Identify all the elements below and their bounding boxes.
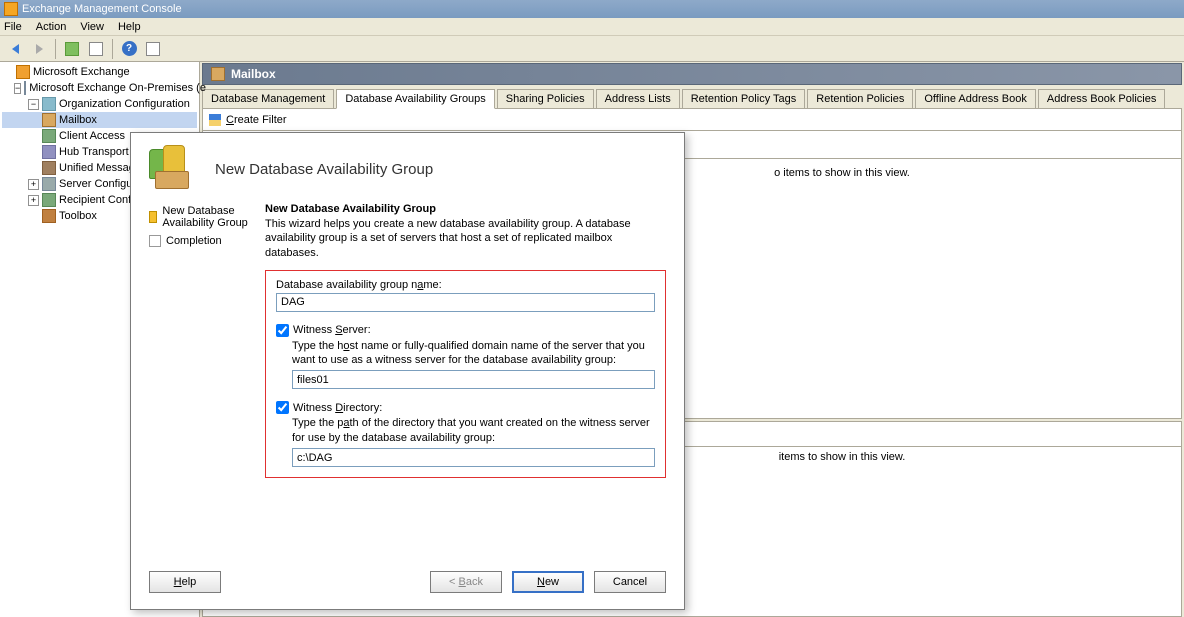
window-title: Exchange Management Console (22, 3, 182, 15)
tree-root[interactable]: Microsoft Exchange (2, 64, 197, 80)
witness-server-help: Type the host name or fully-qualified do… (292, 339, 655, 368)
mailbox-icon (211, 67, 225, 81)
server-icon (24, 81, 26, 95)
tab-offline-ab[interactable]: Offline Address Book (915, 89, 1036, 108)
new-button[interactable]: New (512, 571, 584, 593)
tree-onpremises[interactable]: − Microsoft Exchange On-Premises (e (2, 80, 197, 96)
tree-label: Client Access (59, 130, 125, 142)
empty-text: items to show in this view. (779, 451, 906, 463)
menu-file[interactable]: File (4, 21, 22, 33)
tabs-row: Database Management Database Availabilit… (202, 87, 1182, 109)
menu-action[interactable]: Action (36, 21, 67, 33)
back-button: < Back (430, 571, 502, 593)
dag-name-input[interactable] (276, 293, 655, 312)
witness-directory-checkbox[interactable] (276, 401, 289, 414)
witness-server-input[interactable] (292, 370, 655, 389)
window-titlebar: Exchange Management Console (0, 0, 1184, 18)
form-intro-text: This wizard helps you create a new datab… (265, 217, 666, 260)
tab-dag[interactable]: Database Availability Groups (336, 89, 494, 109)
help-button[interactable]: ? (118, 38, 140, 60)
step-completion[interactable]: Completion (149, 235, 265, 247)
dialog-header: New Database Availability Group (131, 133, 684, 201)
tab-address-lists[interactable]: Address Lists (596, 89, 680, 108)
witness-directory-label: Witness Directory: (293, 402, 382, 414)
dag-name-label: Database availability group name: (276, 279, 655, 291)
nav-back-button[interactable] (4, 38, 26, 60)
content-title: Mailbox (231, 67, 276, 81)
dialog-title: New Database Availability Group (215, 161, 433, 178)
nav-forward-button[interactable] (28, 38, 50, 60)
expand-icon[interactable]: + (28, 195, 39, 206)
server-icon (42, 177, 56, 191)
app-icon (4, 2, 18, 16)
tree-label: Organization Configuration (59, 98, 190, 110)
toolbar-button-2[interactable] (142, 38, 164, 60)
hub-icon (42, 145, 56, 159)
tree-label: Microsoft Exchange On-Premises (e (29, 82, 206, 94)
cancel-button[interactable]: Cancel (594, 571, 666, 593)
dag-wizard-icon (149, 145, 197, 193)
tree-label: Microsoft Exchange (33, 66, 130, 78)
exchange-icon (16, 65, 30, 79)
layout-icon (89, 42, 103, 56)
toolbar-separator (112, 39, 113, 59)
generic-icon (65, 42, 79, 56)
help-icon: ? (122, 41, 137, 56)
layout-icon (146, 42, 160, 56)
tab-retention-policies[interactable]: Retention Policies (807, 89, 913, 108)
tree-label: Mailbox (59, 114, 97, 126)
wizard-form: New Database Availability Group This wiz… (265, 201, 666, 565)
step-new-dag[interactable]: New Database Availability Group (149, 205, 265, 229)
step-label: New Database Availability Group (162, 205, 265, 229)
menu-help[interactable]: Help (118, 21, 141, 33)
mailbox-icon (42, 113, 56, 127)
witness-server-checkbox[interactable] (276, 324, 289, 337)
toolbox-icon (42, 209, 56, 223)
create-filter-link[interactable]: CCreate Filterreate Filter (226, 114, 287, 126)
witness-directory-help: Type the path of the directory that you … (292, 416, 655, 445)
tree-mailbox[interactable]: Mailbox (2, 112, 197, 128)
toolbar: ? (0, 36, 1184, 62)
tree-label: Toolbox (59, 210, 97, 222)
collapse-icon[interactable]: − (28, 99, 39, 110)
tree-org-config[interactable]: − Organization Configuration (2, 96, 197, 112)
empty-text: o items to show in this view. (774, 167, 910, 179)
filter-icon (209, 114, 221, 126)
menu-bar: File Action View Help (0, 18, 1184, 36)
arrow-left-icon (12, 44, 19, 54)
help-button[interactable]: Help (149, 571, 221, 593)
toolbar-separator (55, 39, 56, 59)
menu-view[interactable]: View (80, 21, 104, 33)
dialog-footer: Help < Back New Cancel (131, 565, 684, 609)
arrow-right-icon (36, 44, 43, 54)
tab-retention-tags[interactable]: Retention Policy Tags (682, 89, 806, 108)
expand-icon[interactable]: + (28, 179, 39, 190)
form-highlight-box: Database availability group name: Witnes… (265, 270, 666, 478)
step-label: Completion (166, 235, 222, 247)
org-icon (42, 97, 56, 111)
wizard-steps: New Database Availability Group Completi… (149, 201, 265, 565)
tab-database-management[interactable]: Database Management (202, 89, 334, 108)
tree-label: Hub Transport (59, 146, 129, 158)
form-heading: New Database Availability Group (265, 203, 666, 215)
witness-server-label: Witness Server: (293, 324, 371, 336)
um-icon (42, 161, 56, 175)
client-icon (42, 129, 56, 143)
show-tree-button[interactable] (85, 38, 107, 60)
new-dag-dialog: New Database Availability Group New Data… (130, 132, 685, 610)
step-icon (149, 235, 161, 247)
content-header: Mailbox (202, 63, 1182, 85)
step-active-icon (149, 211, 157, 223)
recipient-icon (42, 193, 56, 207)
collapse-icon[interactable]: − (14, 83, 21, 94)
toolbar-button-1[interactable] (61, 38, 83, 60)
tree-label: Unified Messag (59, 162, 135, 174)
tab-ab-policies[interactable]: Address Book Policies (1038, 89, 1165, 108)
tab-sharing-policies[interactable]: Sharing Policies (497, 89, 594, 108)
filter-bar: CCreate Filterreate Filter (202, 109, 1182, 131)
witness-directory-input[interactable] (292, 448, 655, 467)
